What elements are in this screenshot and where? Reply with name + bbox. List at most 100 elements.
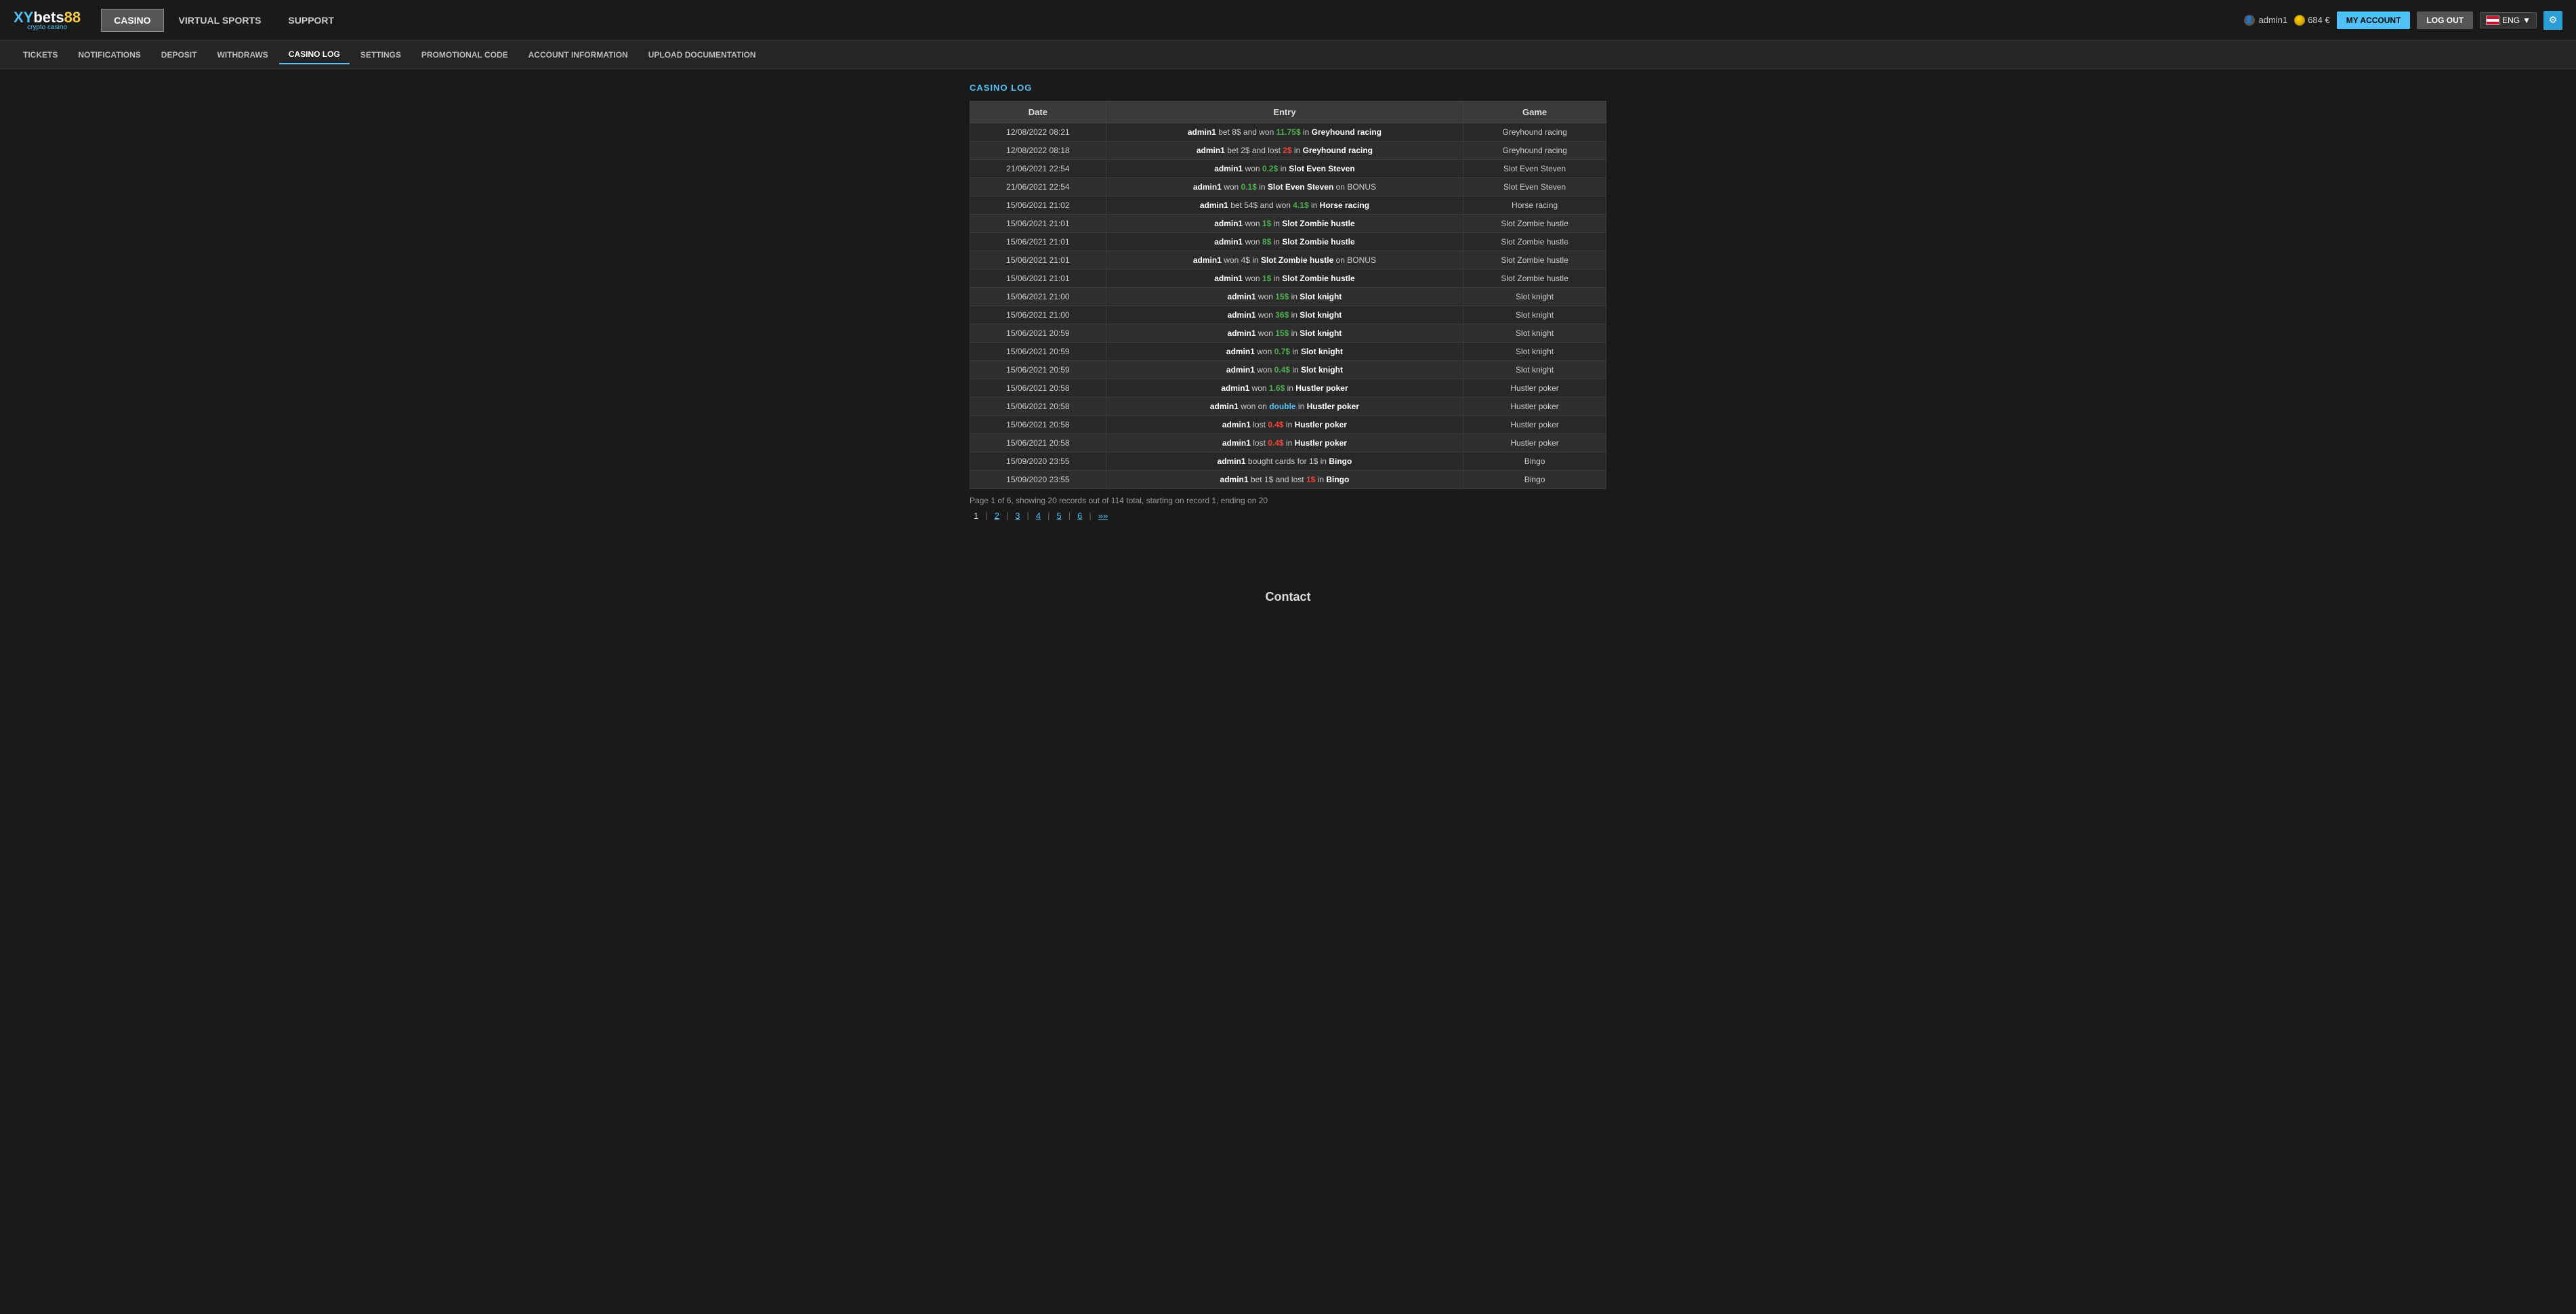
user-icon: 👤 xyxy=(2244,15,2255,26)
nav-support[interactable]: SUPPORT xyxy=(276,9,346,31)
cell-game: Horse racing xyxy=(1463,196,1606,215)
cell-entry: admin1 won 15$ in Slot knight xyxy=(1106,324,1463,343)
table-row: 12/08/2022 08:21admin1 bet 8$ and won 11… xyxy=(970,123,1606,142)
cell-game: Hustler poker xyxy=(1463,434,1606,452)
cell-entry: admin1 won 0.4$ in Slot knight xyxy=(1106,361,1463,379)
table-row: 15/06/2021 20:59admin1 won 0.4$ in Slot … xyxy=(970,361,1606,379)
cell-entry: admin1 won 36$ in Slot knight xyxy=(1106,306,1463,324)
cell-date: 15/06/2021 21:01 xyxy=(970,233,1106,251)
cell-game: Slot Zombie hustle xyxy=(1463,215,1606,233)
cell-date: 15/06/2021 20:59 xyxy=(970,361,1106,379)
pagination: 1 | 2 | 3 | 4 | 5 | 6 | »» xyxy=(970,509,1606,522)
lang-label: ENG xyxy=(2502,16,2520,25)
cell-entry: admin1 bet 1$ and lost 1$ in Bingo xyxy=(1106,471,1463,489)
main-nav: CASINO VIRTUAL SPORTS SUPPORT xyxy=(101,9,2243,32)
cell-game: Slot Even Steven xyxy=(1463,160,1606,178)
page-6[interactable]: 6 xyxy=(1073,509,1086,522)
cell-entry: admin1 won 15$ in Slot knight xyxy=(1106,288,1463,306)
balance: 684 € xyxy=(2294,15,2330,26)
cell-date: 15/06/2021 20:58 xyxy=(970,416,1106,434)
cell-entry: admin1 bet 8$ and won 11.75$ in Greyhoun… xyxy=(1106,123,1463,142)
flag-icon xyxy=(2486,16,2499,25)
cell-entry: admin1 bet 54$ and won 4.1$ in Horse rac… xyxy=(1106,196,1463,215)
table-row: 15/06/2021 21:00admin1 won 15$ in Slot k… xyxy=(970,288,1606,306)
table-row: 15/06/2021 21:00admin1 won 36$ in Slot k… xyxy=(970,306,1606,324)
casino-log-table: Date Entry Game 12/08/2022 08:21admin1 b… xyxy=(970,101,1606,489)
page-current[interactable]: 1 xyxy=(970,509,982,522)
cell-game: Bingo xyxy=(1463,471,1606,489)
cell-date: 15/06/2021 20:58 xyxy=(970,398,1106,416)
cell-game: Slot Zombie hustle xyxy=(1463,270,1606,288)
cell-entry: admin1 bought cards for 1$ in Bingo xyxy=(1106,452,1463,471)
subnav-settings[interactable]: SETTINGS xyxy=(351,46,411,64)
col-date: Date xyxy=(970,102,1106,123)
table-row: 15/06/2021 21:01admin1 won 1$ in Slot Zo… xyxy=(970,215,1606,233)
sub-nav: TICKETS NOTIFICATIONS DEPOSIT WITHDRAWS … xyxy=(0,41,2576,69)
cell-date: 15/06/2021 20:59 xyxy=(970,324,1106,343)
page-next[interactable]: »» xyxy=(1094,509,1112,522)
balance-amount: 684 € xyxy=(2308,15,2330,25)
contact-title: Contact xyxy=(14,590,2562,604)
cell-entry: admin1 won on double in Hustler poker xyxy=(1106,398,1463,416)
cell-date: 21/06/2021 22:54 xyxy=(970,160,1106,178)
cell-date: 15/06/2021 21:00 xyxy=(970,288,1106,306)
page-2[interactable]: 2 xyxy=(991,509,1003,522)
table-row: 15/06/2021 21:01admin1 won 4$ in Slot Zo… xyxy=(970,251,1606,270)
nav-casino[interactable]: CASINO xyxy=(101,9,163,32)
cell-game: Slot knight xyxy=(1463,288,1606,306)
subnav-account-information[interactable]: ACCOUNT INFORMATION xyxy=(519,46,638,64)
cell-entry: admin1 won 1$ in Slot Zombie hustle xyxy=(1106,215,1463,233)
cell-date: 21/06/2021 22:54 xyxy=(970,178,1106,196)
cell-game: Bingo xyxy=(1463,452,1606,471)
table-row: 21/06/2021 22:54admin1 won 0.1$ in Slot … xyxy=(970,178,1606,196)
cell-game: Slot knight xyxy=(1463,343,1606,361)
table-row: 12/08/2022 08:18admin1 bet 2$ and lost 2… xyxy=(970,142,1606,160)
coin-icon xyxy=(2294,15,2305,26)
table-row: 15/09/2020 23:55admin1 bet 1$ and lost 1… xyxy=(970,471,1606,489)
nav-virtual-sports[interactable]: VIRTUAL SPORTS xyxy=(167,9,274,31)
cell-entry: admin1 lost 0.4$ in Hustler poker xyxy=(1106,434,1463,452)
cell-game: Hustler poker xyxy=(1463,379,1606,398)
table-row: 15/06/2021 21:01admin1 won 8$ in Slot Zo… xyxy=(970,233,1606,251)
cell-entry: admin1 bet 2$ and lost 2$ in Greyhound r… xyxy=(1106,142,1463,160)
cell-date: 15/09/2020 23:55 xyxy=(970,471,1106,489)
cell-game: Hustler poker xyxy=(1463,398,1606,416)
subnav-notifications[interactable]: NOTIFICATIONS xyxy=(68,46,150,64)
subnav-upload-documentation[interactable]: UPLOAD DOCUMENTATION xyxy=(639,46,766,64)
cell-entry: admin1 won 0.2$ in Slot Even Steven xyxy=(1106,160,1463,178)
cell-game: Slot knight xyxy=(1463,324,1606,343)
subnav-withdraws[interactable]: WITHDRAWS xyxy=(207,46,277,64)
cell-game: Slot Zombie hustle xyxy=(1463,233,1606,251)
cell-date: 15/09/2020 23:55 xyxy=(970,452,1106,471)
cell-game: Greyhound racing xyxy=(1463,142,1606,160)
cell-entry: admin1 won 1.6$ in Hustler poker xyxy=(1106,379,1463,398)
username: admin1 xyxy=(2259,15,2288,25)
cell-date: 12/08/2022 08:18 xyxy=(970,142,1106,160)
settings-button[interactable]: ⚙ xyxy=(2543,11,2562,30)
table-row: 15/06/2021 21:02admin1 bet 54$ and won 4… xyxy=(970,196,1606,215)
language-selector[interactable]: ENG ▼ xyxy=(2480,12,2537,28)
cell-entry: admin1 won 0.7$ in Slot knight xyxy=(1106,343,1463,361)
cell-game: Hustler poker xyxy=(1463,416,1606,434)
cell-entry: admin1 won 8$ in Slot Zombie hustle xyxy=(1106,233,1463,251)
logout-button[interactable]: LOG OUT xyxy=(2417,12,2473,29)
subnav-promotional-code[interactable]: PROMOTIONAL CODE xyxy=(412,46,518,64)
cell-date: 15/06/2021 20:58 xyxy=(970,434,1106,452)
subnav-deposit[interactable]: DEPOSIT xyxy=(152,46,207,64)
subnav-tickets[interactable]: TICKETS xyxy=(14,46,67,64)
cell-game: Slot knight xyxy=(1463,306,1606,324)
page-5[interactable]: 5 xyxy=(1053,509,1066,522)
table-row: 15/06/2021 21:01admin1 won 1$ in Slot Zo… xyxy=(970,270,1606,288)
table-row: 15/06/2021 20:58admin1 lost 0.4$ in Hust… xyxy=(970,434,1606,452)
cell-game: Greyhound racing xyxy=(1463,123,1606,142)
cell-date: 12/08/2022 08:21 xyxy=(970,123,1106,142)
my-account-button[interactable]: MY ACCOUNT xyxy=(2337,12,2411,29)
page-3[interactable]: 3 xyxy=(1011,509,1024,522)
subnav-casino-log[interactable]: CASINO LOG xyxy=(279,45,350,64)
page-4[interactable]: 4 xyxy=(1032,509,1045,522)
cell-date: 15/06/2021 20:58 xyxy=(970,379,1106,398)
main-content: CASINO LOG Date Entry Game 12/08/2022 08… xyxy=(949,69,1627,536)
chevron-down-icon: ▼ xyxy=(2522,16,2531,25)
cell-entry: admin1 won 4$ in Slot Zombie hustle on B… xyxy=(1106,251,1463,270)
table-row: 15/06/2021 20:58admin1 won on double in … xyxy=(970,398,1606,416)
